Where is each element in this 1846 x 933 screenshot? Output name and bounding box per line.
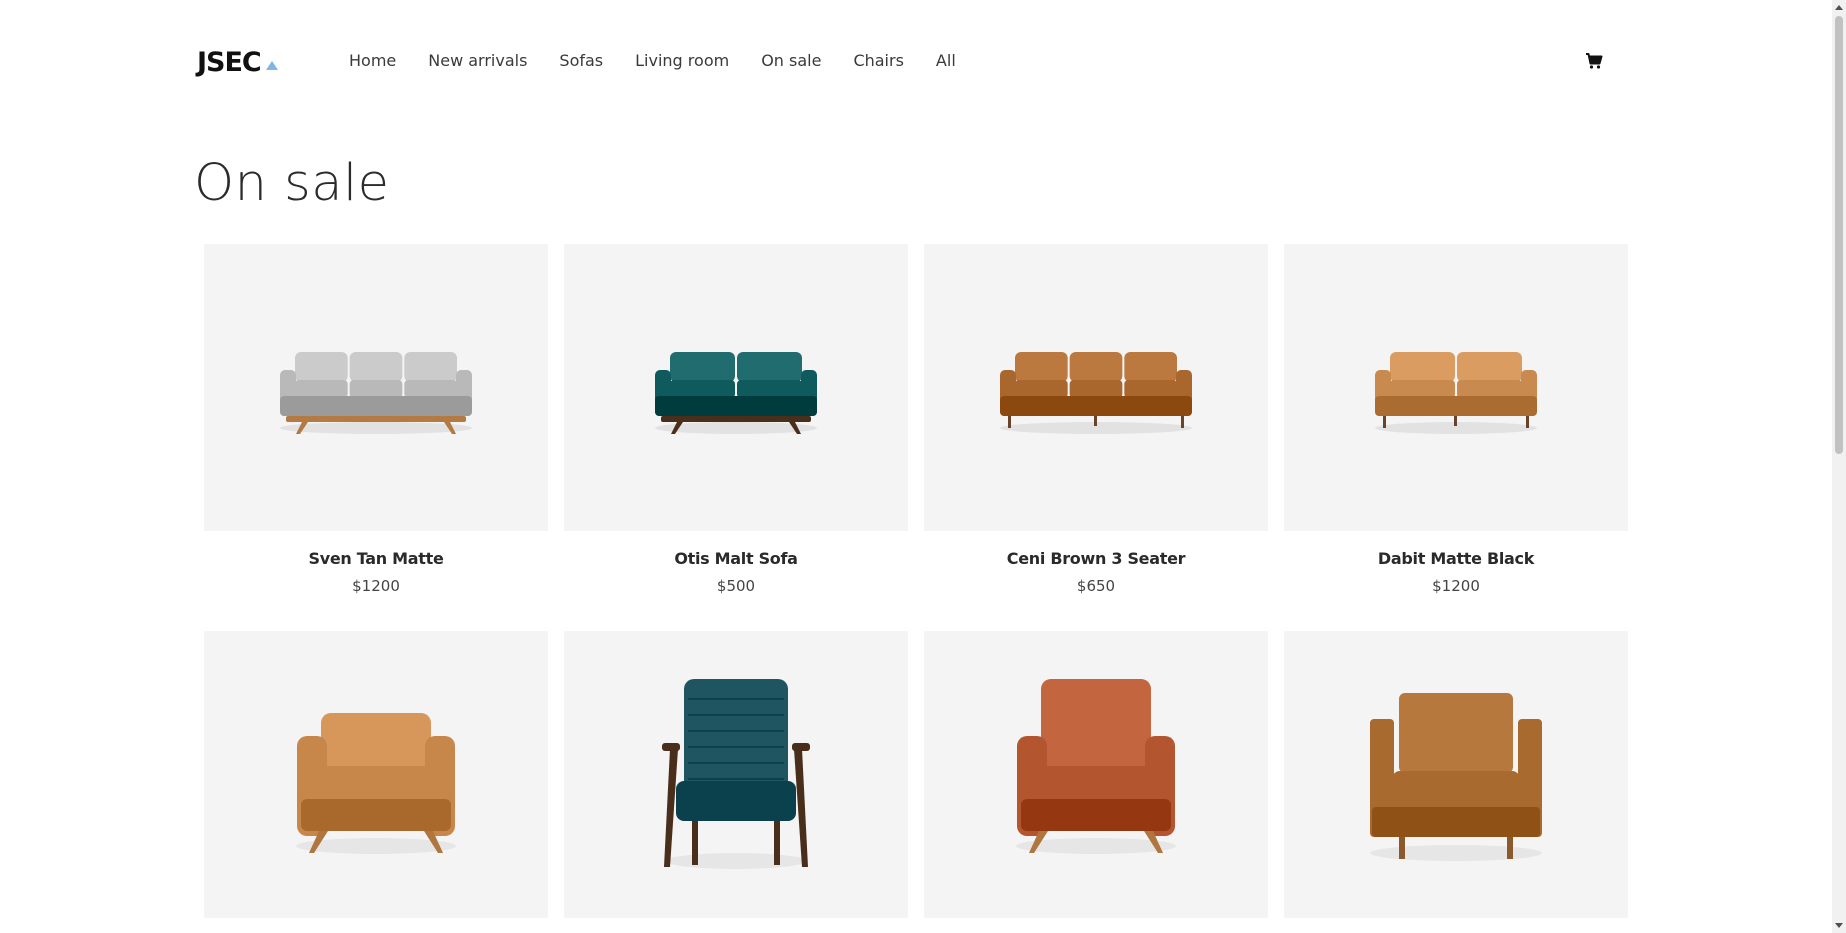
product-image[interactable] [204,631,548,918]
scroll-up-icon[interactable] [1835,5,1843,10]
shopping-cart-icon[interactable] [1585,52,1603,70]
product-image[interactable] [1284,244,1628,531]
product-card: Otis Malt Sofa $500 [564,244,908,595]
page-scrollbar[interactable] [1832,0,1846,933]
brand-logo[interactable]: JSEC [197,46,278,78]
logo-text: JSEC [197,46,262,78]
product-card [564,631,908,918]
product-image[interactable] [564,244,908,531]
scroll-down-icon[interactable] [1835,923,1843,928]
nav-item-new-arrivals[interactable]: New arrivals [428,51,527,71]
product-photo [1375,352,1537,434]
product-card [924,631,1268,918]
nav-item-living-room[interactable]: Living room [635,51,729,71]
product-card [1284,631,1628,918]
product-card: Dabit Matte Black $1200 [1284,244,1628,595]
product-image[interactable] [924,631,1268,918]
nav-item-sofas[interactable]: Sofas [559,51,603,71]
product-name[interactable]: Dabit Matte Black [1284,549,1628,568]
product-photo [655,352,817,434]
product-photo [296,713,456,854]
product-image[interactable] [1284,631,1628,918]
page-title: On sale [194,154,390,213]
scroll-thumb[interactable] [1835,16,1843,454]
product-price: $1200 [352,577,400,595]
product-name[interactable]: Ceni Brown 3 Seater [924,549,1268,568]
product-photo [280,352,472,434]
product-image[interactable] [564,631,908,918]
product-price: $1200 [1432,577,1480,595]
nav-item-all[interactable]: All [936,51,956,71]
product-image[interactable] [204,244,548,531]
product-photo [1016,679,1176,854]
main-nav: Home New arrivals Sofas Living room On s… [349,51,988,71]
product-photo [1000,352,1192,434]
product-card [204,631,548,918]
product-image[interactable] [924,244,1268,531]
site-header: JSEC Home New arrivals Sofas Living room… [0,0,1832,125]
nav-item-home[interactable]: Home [349,51,396,71]
logo-triangle-icon [265,60,278,70]
nav-item-chairs[interactable]: Chairs [853,51,903,71]
product-name[interactable]: Otis Malt Sofa [564,549,908,568]
product-photo [662,679,810,869]
product-name[interactable]: Sven Tan Matte [204,549,548,568]
product-price: $500 [716,577,756,595]
nav-item-on-sale[interactable]: On sale [761,51,821,71]
product-card: Sven Tan Matte $1200 [204,244,548,595]
product-card: Ceni Brown 3 Seater $650 [924,244,1268,595]
product-price: $650 [1076,577,1116,595]
product-photo [1370,693,1542,861]
